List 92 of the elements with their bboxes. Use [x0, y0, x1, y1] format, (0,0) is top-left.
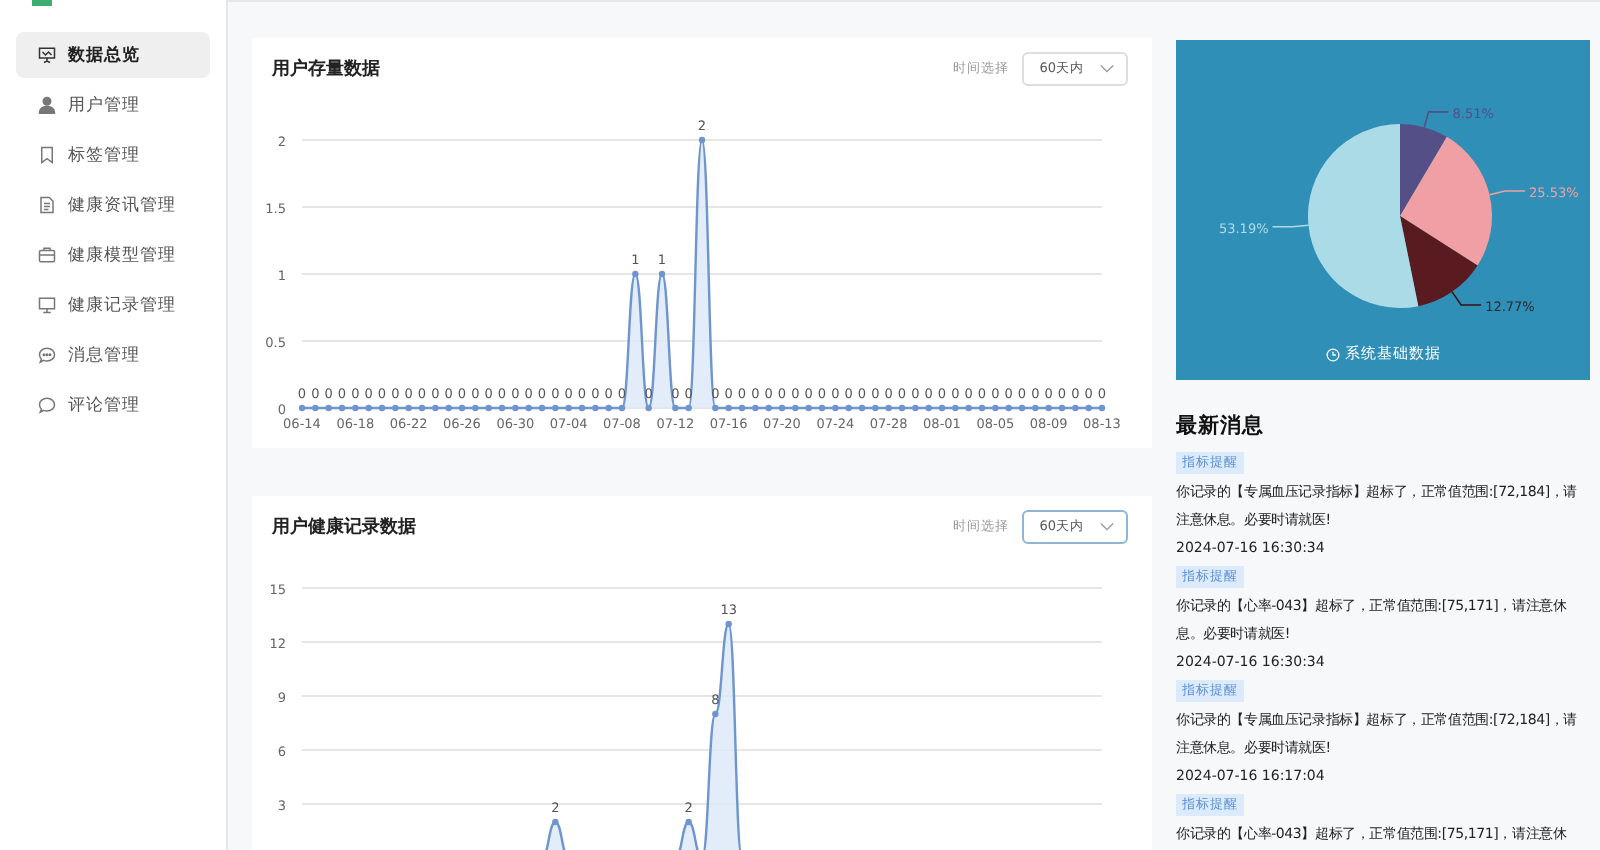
data-point — [632, 270, 639, 278]
data-point — [645, 404, 652, 412]
clock-icon — [1325, 347, 1339, 361]
data-point — [512, 404, 519, 412]
data-point — [418, 404, 426, 412]
sidebar-item[interactable]: 健康模型管理 — [16, 232, 210, 278]
data-point — [472, 404, 479, 412]
section-title: 最新消息 — [1176, 412, 1266, 440]
sidebar-item[interactable]: 用户管理 — [16, 82, 210, 128]
data-point — [725, 404, 732, 412]
data-point — [978, 404, 986, 412]
data-point — [592, 404, 599, 412]
data-point — [605, 404, 612, 412]
data-point — [938, 404, 946, 412]
presentation-icon — [38, 46, 56, 64]
chat-icon — [38, 396, 56, 414]
data-point — [325, 404, 332, 412]
data-point — [1072, 404, 1079, 412]
data-point — [898, 404, 906, 412]
data-point — [1018, 404, 1026, 412]
data-point — [778, 404, 786, 412]
sidebar-item[interactable]: 健康资讯管理 — [16, 182, 210, 228]
data-point — [538, 404, 546, 412]
data-point — [618, 404, 626, 412]
data-point — [858, 404, 866, 412]
data-point — [578, 404, 586, 412]
data-point — [1005, 404, 1012, 412]
chat-dots-icon — [38, 346, 56, 364]
data-point — [1032, 404, 1039, 412]
data-point — [432, 404, 439, 412]
data-point — [792, 404, 799, 412]
data-point — [298, 404, 306, 412]
data-point — [818, 404, 826, 412]
data-point — [685, 404, 692, 412]
data-point — [725, 620, 732, 628]
data-point — [738, 404, 746, 412]
data-point — [912, 404, 919, 412]
data-point — [365, 404, 372, 412]
data-point — [1045, 404, 1052, 412]
sidebar-item[interactable]: 标签管理 — [16, 132, 210, 178]
data-point — [378, 404, 386, 412]
chevron-down-icon — [1100, 63, 1114, 73]
data-point — [765, 404, 772, 412]
monitor-icon — [38, 296, 56, 314]
data-point — [1085, 404, 1092, 412]
data-point — [405, 404, 412, 412]
sidebar-item[interactable]: 消息管理 — [16, 332, 210, 378]
leader-line — [1271, 224, 1310, 228]
data-point — [752, 404, 759, 412]
sidebar-item[interactable]: 健康记录管理 — [16, 282, 210, 328]
data-point — [458, 404, 466, 412]
leader-line — [1488, 190, 1526, 196]
data-point — [1098, 404, 1106, 412]
chevron-down-icon — [1100, 521, 1114, 531]
data-point — [925, 404, 932, 412]
chart-title: 用户健康记录数据 — [272, 514, 418, 539]
data-point — [712, 404, 719, 412]
sidebar-item[interactable]: 数据总览 — [16, 32, 210, 78]
data-point — [685, 818, 692, 826]
data-point — [392, 404, 399, 412]
data-point — [338, 404, 346, 412]
data-point — [1058, 404, 1066, 412]
data-point — [805, 404, 812, 412]
user-icon — [38, 96, 56, 114]
sidebar-item[interactable]: 评论管理 — [16, 382, 210, 428]
leader-line — [1451, 291, 1482, 306]
data-point — [845, 404, 852, 412]
document-icon — [38, 196, 56, 214]
data-point — [952, 404, 959, 412]
data-point — [698, 136, 706, 144]
data-point — [352, 404, 359, 412]
chart-title: 用户存量数据 — [272, 56, 382, 81]
data-point — [525, 404, 532, 412]
leader-line — [1423, 111, 1450, 129]
data-point — [552, 404, 559, 412]
data-point — [832, 404, 839, 412]
data-point — [992, 404, 999, 412]
data-point — [872, 404, 879, 412]
data-point — [885, 404, 892, 412]
briefcase-icon — [38, 246, 56, 264]
data-point — [552, 818, 559, 826]
data-point — [658, 270, 666, 278]
logo-icon — [32, 0, 52, 6]
data-point — [672, 404, 679, 412]
data-point — [498, 404, 506, 412]
data-point — [445, 404, 452, 412]
data-point — [485, 404, 492, 412]
data-point — [712, 710, 719, 718]
data-point — [565, 404, 572, 412]
data-point — [312, 404, 319, 412]
data-point — [965, 404, 972, 412]
bookmark-icon — [38, 146, 56, 164]
